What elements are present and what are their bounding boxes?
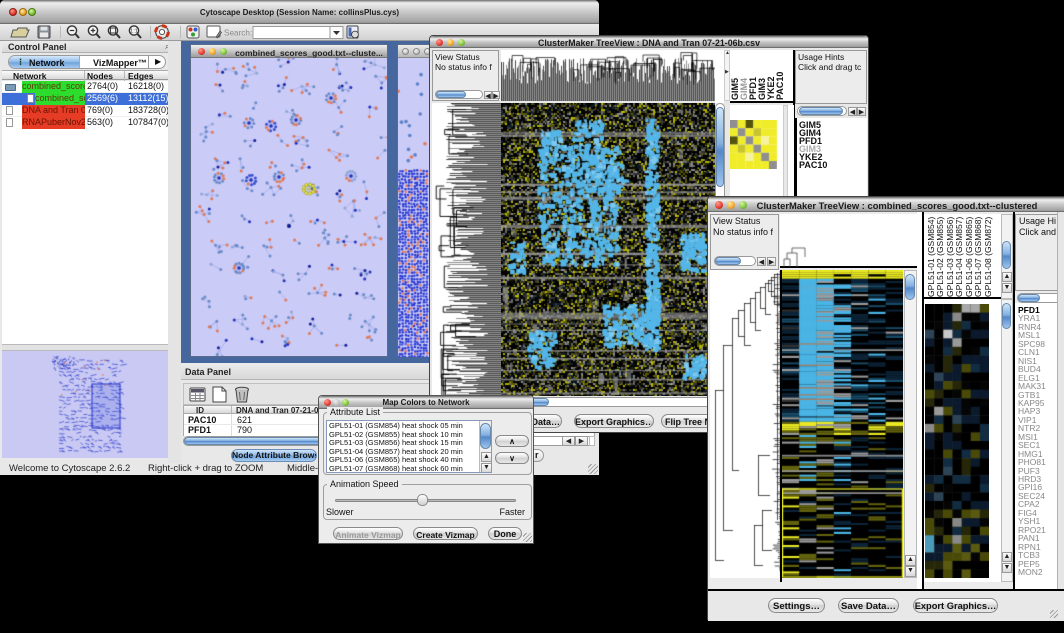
- svg-text:1:1: 1:1: [130, 29, 138, 35]
- svg-text:Search:: Search:: [224, 29, 252, 38]
